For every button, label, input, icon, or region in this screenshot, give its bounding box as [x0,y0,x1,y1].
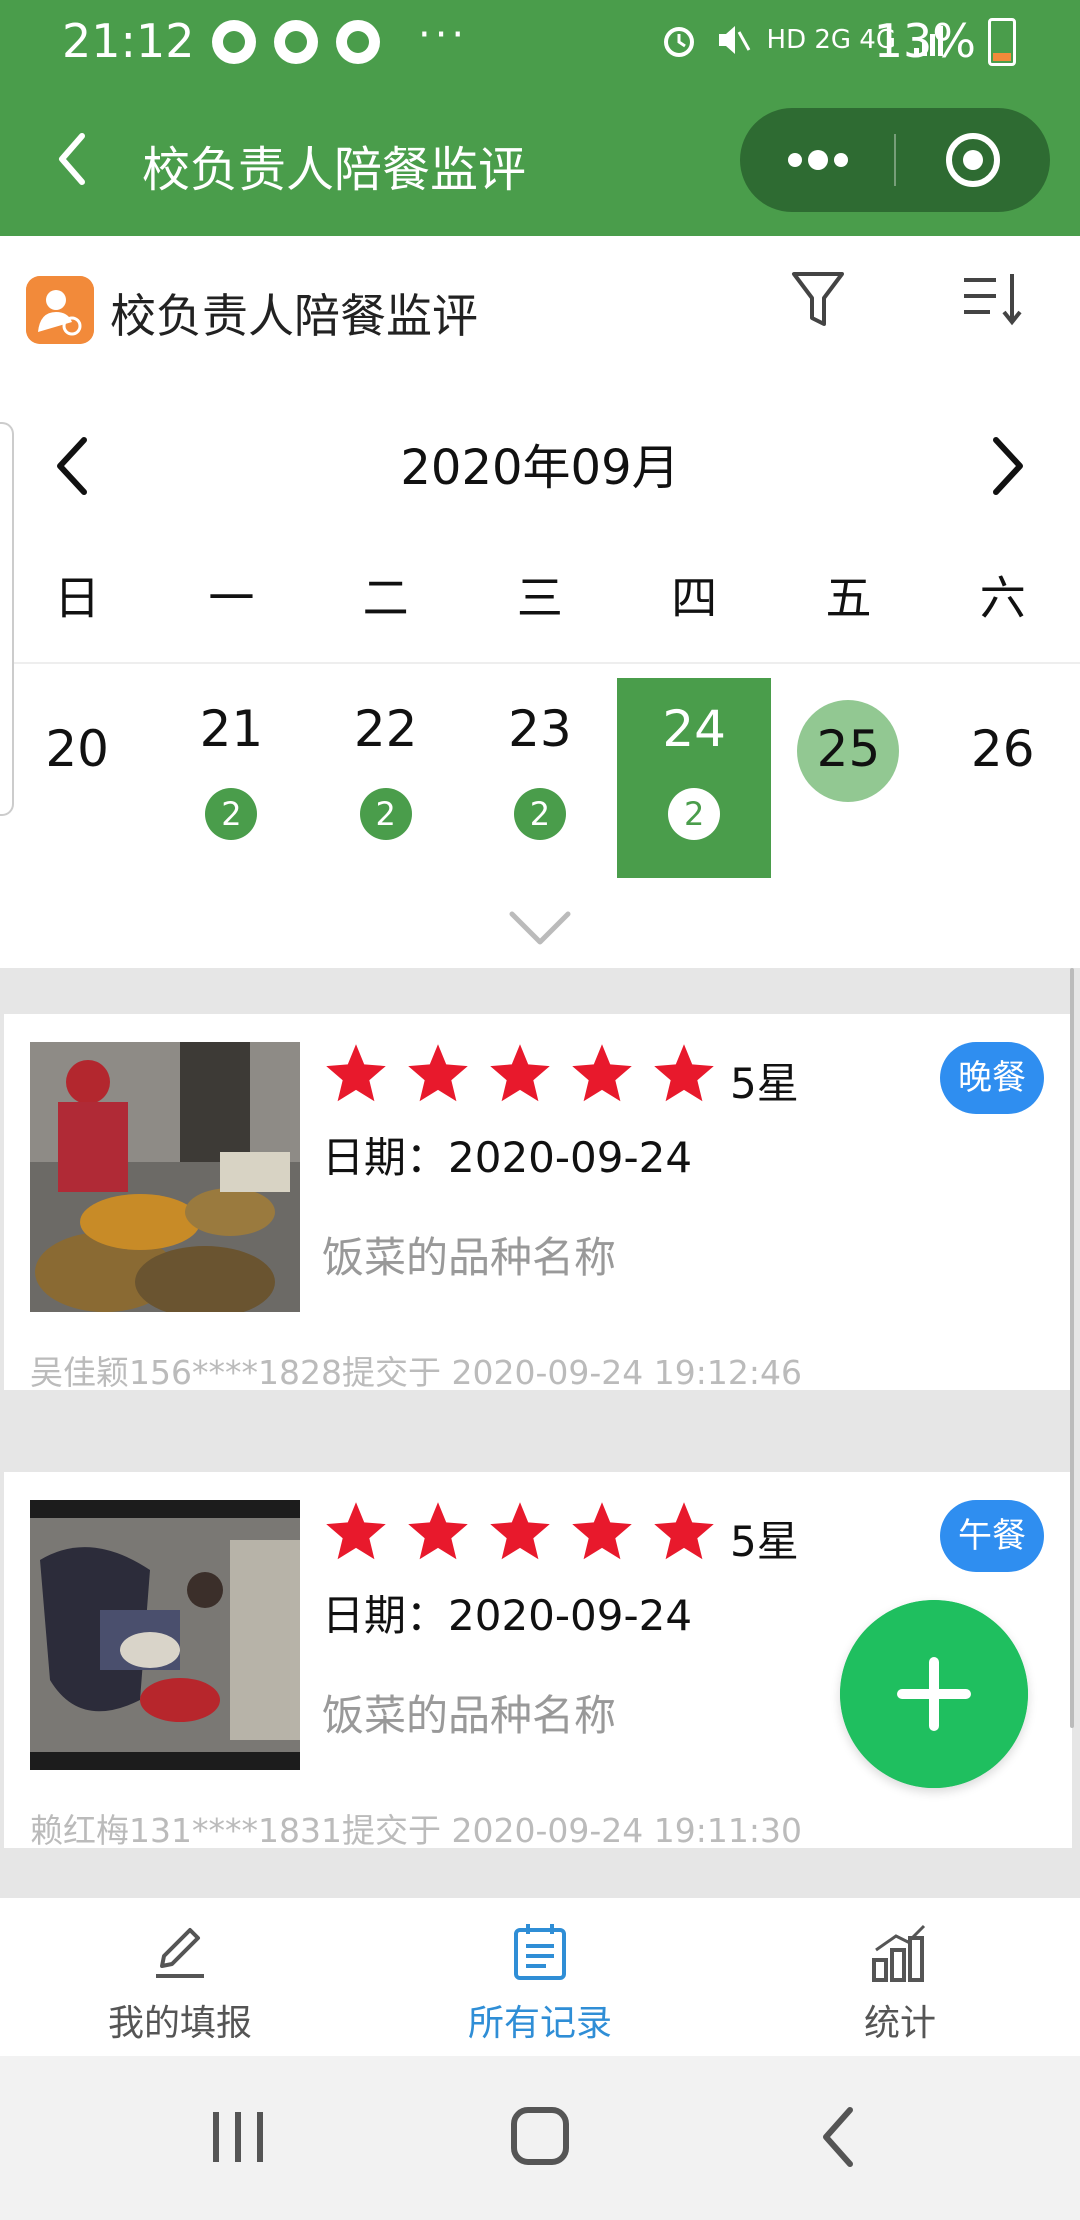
status-time: 21:12 [62,14,195,68]
weekday-label: 二 [362,571,409,625]
week-days-row: 20 21 2 22 2 23 2 24 2 25 26 [0,678,1080,878]
day-number: 25 [816,720,881,778]
bottom-tab-bar: 我的填报 所有记录 统计 [0,1896,1080,2056]
star-rating [322,1040,718,1108]
calendar-day-today[interactable]: 25 [771,678,925,878]
tab-label: 所有记录 [467,2003,612,2044]
weekday-label: 日 [54,571,101,625]
calendar-day[interactable]: 22 2 [309,678,463,878]
document-icon [514,1924,566,1980]
nav-title: 校负责人陪餐监评 [142,142,527,198]
calendar-day[interactable]: 26 [926,678,1080,878]
weekday-label: 四 [671,571,718,625]
day-number: 20 [45,720,109,778]
submitter-info: 吴佳颖156****1828提交于 2020-09-24 19:12:46 [30,1353,802,1392]
rating-label: 5星 [730,1517,799,1566]
next-month-icon[interactable] [970,426,1040,506]
star-icon [654,1044,714,1102]
back-arrow-icon[interactable] [44,124,104,194]
meal-photo[interactable] [30,1042,300,1312]
tab-my-reports[interactable]: 我的填报 [0,1898,360,2058]
app-header: 校负责人陪餐监评 [0,236,1080,386]
app-logo-icon [26,276,94,344]
rating-label: 5星 [730,1059,799,1108]
submitter-info: 赖红梅131****1831提交于 2020-09-24 19:11:30 [30,1811,802,1850]
day-number: 24 [662,700,726,758]
weekday-label: 三 [516,571,563,625]
qq-notification-icon [336,20,380,64]
calendar: 2020年09月 日 一 二 三 四 五 六 20 21 2 22 2 23 2… [0,386,1080,968]
tab-all-records[interactable]: 所有记录 [360,1898,720,2058]
home-icon[interactable] [490,2092,590,2182]
battery-percent: 13% [873,14,976,68]
star-icon [408,1044,468,1102]
day-number: 22 [353,700,418,758]
qq-notification-icon [212,20,256,64]
weekday-label: 一 [208,571,255,625]
star-icon [490,1044,550,1102]
weekday-label: 六 [979,571,1026,625]
alarm-icon [663,27,694,57]
record-count-badge: 2 [359,788,412,840]
day-number: 23 [508,700,572,758]
expand-calendar-chevron-icon[interactable] [506,906,574,952]
record-count-badge: 2 [513,788,566,840]
star-icon [572,1044,632,1102]
more-notifications-indicator: ··· [418,12,469,58]
mute-icon [718,26,750,54]
meal-photo[interactable] [30,1500,300,1770]
notification-icons [212,20,380,64]
calendar-day[interactable]: 23 2 [463,678,617,878]
tab-statistics[interactable]: 统计 [720,1898,1080,2058]
mini-program-nav-bar: 校负责人陪餐监评 [0,86,1080,236]
qq-notification-icon [274,20,318,64]
calendar-day-selected[interactable]: 24 2 [617,678,772,878]
add-record-button[interactable] [840,1600,1028,1788]
app-title: 校负责人陪餐监评 [110,289,478,343]
calendar-day[interactable]: 20 [0,678,154,878]
battery-icon [988,18,1016,66]
star-icon [326,1502,386,1560]
day-number: 21 [199,700,264,758]
day-number: 26 [970,720,1035,778]
record-card[interactable]: 5星 晚餐 日期：2020-09-24 饭菜的品种名称 吴佳颖156****18… [4,1014,1072,1392]
star-icon [654,1502,714,1560]
system-navigation-bar [0,2056,1080,2220]
recent-apps-icon[interactable] [188,2092,288,2182]
record-count-badge: 2 [205,788,258,840]
month-label: 2020年09月 [400,440,680,496]
record-date: 日期：2020-09-24 [322,1133,693,1182]
calendar-divider [14,662,1080,664]
tab-label: 我的填报 [107,2003,252,2044]
sort-icon[interactable] [958,260,1028,340]
back-icon[interactable] [790,2092,890,2182]
star-rating [322,1498,718,1566]
tab-label: 统计 [863,2003,936,2044]
meal-type-badge: 午餐 [940,1500,1044,1572]
mini-program-capsule [740,108,1050,212]
dish-name: 饭菜的品种名称 [322,1233,617,1282]
record-count-badge: 2 [668,788,721,840]
more-options-icon[interactable] [740,108,894,212]
weekday-label: 五 [825,571,872,625]
close-mini-program-icon[interactable] [896,108,1050,212]
filter-icon[interactable] [788,260,848,340]
star-icon [326,1044,386,1102]
star-icon [490,1502,550,1560]
status-bar: 21:12 ··· HD 2G 4G 13% [0,0,1080,86]
list-scrollbar[interactable] [1070,968,1074,1728]
record-date: 日期：2020-09-24 [322,1591,693,1640]
bar-chart-icon [872,1924,926,1982]
dish-name: 饭菜的品种名称 [322,1691,617,1740]
star-icon [572,1502,632,1560]
weekday-row: 日 一 二 三 四 五 六 [0,562,1080,628]
calendar-day[interactable]: 21 2 [154,678,308,878]
star-icon [408,1502,468,1560]
meal-type-badge: 晚餐 [940,1042,1044,1114]
pencil-icon [156,1928,204,1978]
